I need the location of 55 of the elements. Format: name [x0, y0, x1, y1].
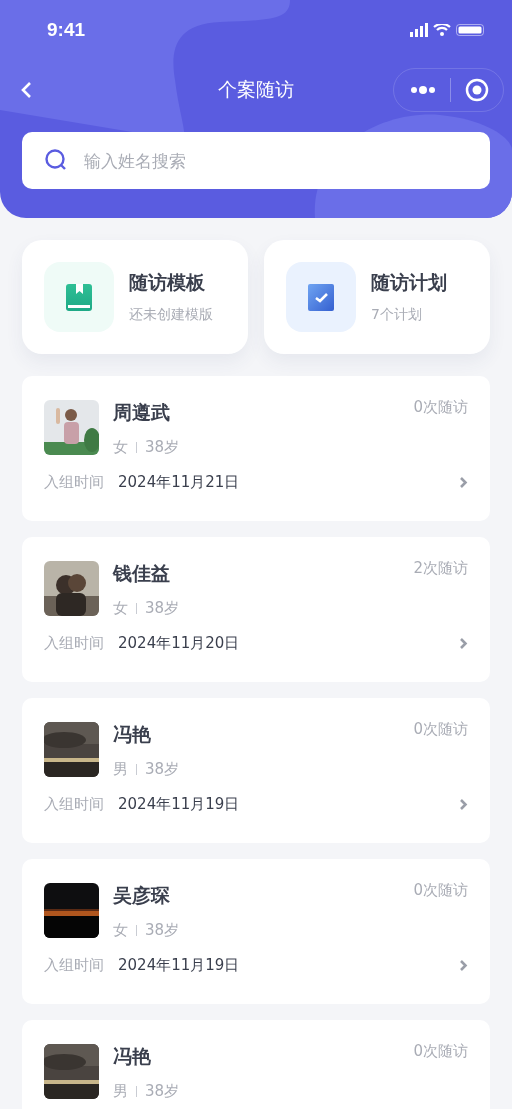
join-date: 2024年11月21日 [118, 473, 241, 492]
shortcut-subtitle: 7个计划 [371, 306, 423, 324]
chevron-right-icon [459, 798, 468, 811]
join-label: 入组时间 [44, 956, 104, 975]
case-name: 周遵武 [113, 400, 170, 425]
visit-count: 2次随访 [413, 559, 468, 578]
case-name: 吴彦琛 [113, 883, 170, 908]
join-label: 入组时间 [44, 473, 104, 492]
page-title: 个案随访 [218, 77, 294, 102]
search-icon [44, 148, 68, 172]
gender: 女 [113, 438, 128, 457]
chevron-right-icon [459, 959, 468, 972]
case-name: 冯艳 [113, 722, 151, 747]
case-name: 冯艳 [113, 1044, 151, 1069]
gender: 女 [113, 921, 128, 940]
status-time: 9:41 [47, 19, 86, 41]
age: 38岁 [145, 1082, 180, 1101]
visit-count: 0次随访 [413, 398, 468, 417]
shortcut-title: 随访模板 [129, 270, 206, 295]
age: 38岁 [145, 760, 180, 779]
case-card[interactable]: 钱佳益 2次随访 女 38岁 入组时间 2024年11月20日 [22, 537, 490, 682]
gender: 男 [113, 1082, 128, 1101]
join-date: 2024年11月19日 [118, 956, 241, 975]
signal-icon [410, 23, 428, 37]
join-label: 入组时间 [44, 795, 104, 814]
join-label: 入组时间 [44, 634, 104, 653]
search-field[interactable]: 输入姓名搜索 [22, 132, 490, 189]
wifi-icon [433, 23, 451, 37]
back-icon[interactable] [20, 81, 32, 99]
checkbox-icon [308, 283, 334, 311]
shortcut-title: 随访计划 [371, 270, 447, 295]
shortcut-card[interactable]: 随访计划 7个计划 [264, 240, 490, 354]
visit-count: 0次随访 [413, 1042, 468, 1061]
case-card[interactable]: 吴彦琛 0次随访 女 38岁 入组时间 2024年11月19日 [22, 859, 490, 1004]
join-date: 2024年11月19日 [118, 795, 241, 814]
shortcut-card[interactable]: 随访模板 还未创建模版 [22, 240, 248, 354]
book-icon [66, 283, 92, 311]
gender: 男 [113, 760, 128, 779]
battery-icon [456, 24, 484, 36]
chevron-right-icon [459, 637, 468, 650]
case-card[interactable]: 冯艳 0次随访 男 38岁 [22, 1020, 490, 1109]
case-name: 钱佳益 [113, 561, 170, 586]
gender: 女 [113, 599, 128, 618]
more-icon[interactable] [410, 86, 436, 94]
age: 38岁 [145, 599, 180, 618]
close-icon[interactable] [465, 78, 489, 102]
visit-count: 0次随访 [413, 720, 468, 739]
visit-count: 0次随访 [413, 881, 468, 900]
chevron-right-icon [459, 476, 468, 489]
age: 38岁 [145, 438, 180, 457]
join-date: 2024年11月20日 [118, 634, 241, 653]
case-card[interactable]: 周遵武 0次随访 女 38岁 入组时间 2024年11月21日 [22, 376, 490, 521]
shortcut-subtitle: 还未创建模版 [129, 306, 213, 324]
age: 38岁 [145, 921, 180, 940]
case-card[interactable]: 冯艳 0次随访 男 38岁 入组时间 2024年11月19日 [22, 698, 490, 843]
